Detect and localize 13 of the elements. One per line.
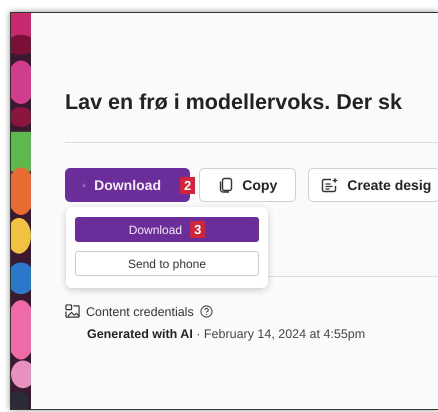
download-option[interactable]: Download 3 (75, 217, 259, 242)
generation-info: Generated with AI · February 14, 2024 at 4:55pm (87, 327, 366, 341)
credentials-icon (65, 304, 80, 319)
copy-icon (218, 177, 234, 193)
create-design-button[interactable]: Create desig (308, 168, 438, 202)
callout-badge: 2 (180, 176, 196, 194)
callout-badge: 3 (190, 221, 206, 238)
send-to-phone-option[interactable]: Send to phone (75, 251, 259, 276)
prompt-heading: Lav en frø i modellervoks. Der sk (65, 89, 403, 116)
help-icon[interactable] (200, 305, 213, 318)
design-sparkle-icon (321, 177, 340, 193)
copy-button[interactable]: Copy (199, 168, 296, 202)
credentials-label: Content credentials (86, 304, 194, 318)
